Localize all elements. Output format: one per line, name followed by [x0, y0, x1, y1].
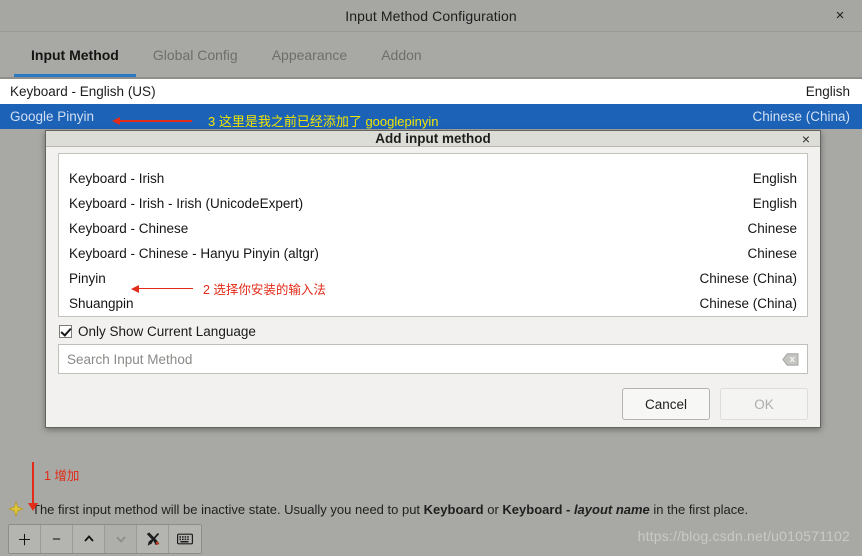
clipped-row-name [69, 154, 73, 161]
hint-row: The first input method will be inactive … [0, 496, 862, 522]
list-item-name: Shuangpin [69, 296, 134, 311]
input-method-configuration-window: Input Method Configuration × Input Metho… [0, 0, 862, 556]
list-item[interactable] [59, 154, 807, 166]
chevron-up-icon [83, 535, 94, 542]
hint-italic-layout-name: layout name [573, 501, 650, 517]
toolbar: ＋ − [8, 524, 202, 554]
available-input-method-list[interactable]: Keyboard - Irish English Keyboard - Iris… [58, 153, 808, 317]
cancel-button[interactable]: Cancel [622, 388, 710, 420]
tabbar: Input Method Global Config Appearance Ad… [0, 32, 862, 78]
search-field[interactable] [58, 344, 808, 374]
remove-button[interactable]: − [41, 525, 73, 553]
list-item-language: English [752, 196, 797, 211]
hint-mid: or [483, 501, 503, 517]
dialog-close-icon[interactable]: × [802, 132, 810, 146]
tab-label: Global Config [152, 46, 238, 63]
move-down-button[interactable] [105, 525, 137, 553]
clear-backspace-icon[interactable] [782, 352, 799, 366]
checkbox-label: Only Show Current Language [78, 324, 256, 339]
list-item-name: Keyboard - Chinese - Hanyu Pinyin (altgr… [69, 246, 319, 261]
dialog-title: Add input method [375, 131, 491, 146]
list-item[interactable]: Keyboard - Irish - Irish (UnicodeExpert)… [59, 191, 807, 216]
search-input[interactable] [67, 351, 782, 367]
only-show-current-language-row[interactable]: Only Show Current Language [59, 324, 808, 339]
tab-global-config[interactable]: Global Config [136, 32, 255, 77]
chevron-down-icon [115, 536, 126, 543]
list-item-language: Chinese [747, 221, 797, 236]
list-item-language: English [752, 171, 797, 186]
input-method-language: Chinese (China) [752, 109, 850, 124]
keyboard-layout-button[interactable] [169, 525, 201, 553]
hint-prefix: The first input method will be inactive … [32, 501, 424, 517]
page-title: Input Method Configuration [345, 7, 517, 24]
hint-text: The first input method will be inactive … [32, 502, 748, 517]
tab-addon[interactable]: Addon [364, 32, 438, 77]
list-item-language: Chinese (China) [699, 271, 797, 286]
list-item-pinyin[interactable]: Pinyin Chinese (China) [59, 266, 807, 291]
list-item[interactable]: Keyboard - Chinese - Hanyu Pinyin (altgr… [59, 241, 807, 266]
watermark: https://blog.csdn.net/u010571102 [637, 528, 850, 544]
hint-bold-keyboard-layout: Keyboard - [502, 501, 574, 517]
plus-icon: ＋ [16, 531, 32, 549]
tools-icon [146, 532, 159, 546]
input-method-name: Keyboard - English (US) [10, 84, 156, 99]
ok-button[interactable]: OK [720, 388, 808, 420]
keyboard-icon [177, 533, 193, 545]
configure-button[interactable] [137, 525, 169, 553]
list-item-name: Pinyin [69, 271, 106, 286]
table-row[interactable]: Google Pinyin Chinese (China) [0, 104, 862, 129]
list-item[interactable]: Shuangpin Chinese (China) [59, 291, 807, 316]
list-item[interactable]: Keyboard - Chinese Chinese [59, 216, 807, 241]
tab-label: Input Method [31, 46, 119, 63]
add-button[interactable]: ＋ [9, 525, 41, 553]
list-item-name: Keyboard - Irish - Irish (UnicodeExpert) [69, 196, 304, 211]
list-item[interactable]: Keyboard - Irish English [59, 166, 807, 191]
input-method-name: Google Pinyin [10, 109, 95, 124]
minus-icon: − [52, 530, 61, 548]
clipped-row-language [793, 154, 797, 161]
tab-label: Addon [381, 46, 422, 63]
dialog-actions: Cancel OK [58, 388, 808, 420]
dialog-titlebar: Add input method × [46, 131, 820, 147]
only-show-current-language-checkbox[interactable] [59, 325, 72, 338]
tab-label: Appearance [271, 46, 348, 63]
table-row[interactable]: Keyboard - English (US) English [0, 79, 862, 104]
list-item-language: Chinese (China) [699, 296, 797, 311]
add-input-method-dialog: Add input method × Keyboard - Irish Engl… [45, 130, 821, 428]
tab-input-method[interactable]: Input Method [14, 32, 136, 77]
status-and-toolbar: The first input method will be inactive … [0, 496, 862, 556]
sparkle-icon [8, 501, 24, 517]
list-item-name: Keyboard - Chinese [69, 221, 189, 236]
close-icon[interactable]: × [830, 6, 850, 26]
move-up-button[interactable] [73, 525, 105, 553]
input-method-language: English [805, 84, 850, 99]
window-titlebar: Input Method Configuration × [0, 0, 862, 32]
tab-appearance[interactable]: Appearance [255, 32, 365, 77]
input-method-list: Keyboard - English (US) English Google P… [0, 79, 862, 129]
hint-suffix: in the first place. [649, 501, 749, 517]
list-item-language: Chinese [747, 246, 797, 261]
list-item-name: Keyboard - Irish [69, 171, 165, 186]
dialog-body: Keyboard - Irish English Keyboard - Iris… [46, 147, 820, 428]
hint-bold-keyboard: Keyboard [423, 501, 484, 517]
annotation-one-label: 1 增加 [44, 469, 80, 483]
